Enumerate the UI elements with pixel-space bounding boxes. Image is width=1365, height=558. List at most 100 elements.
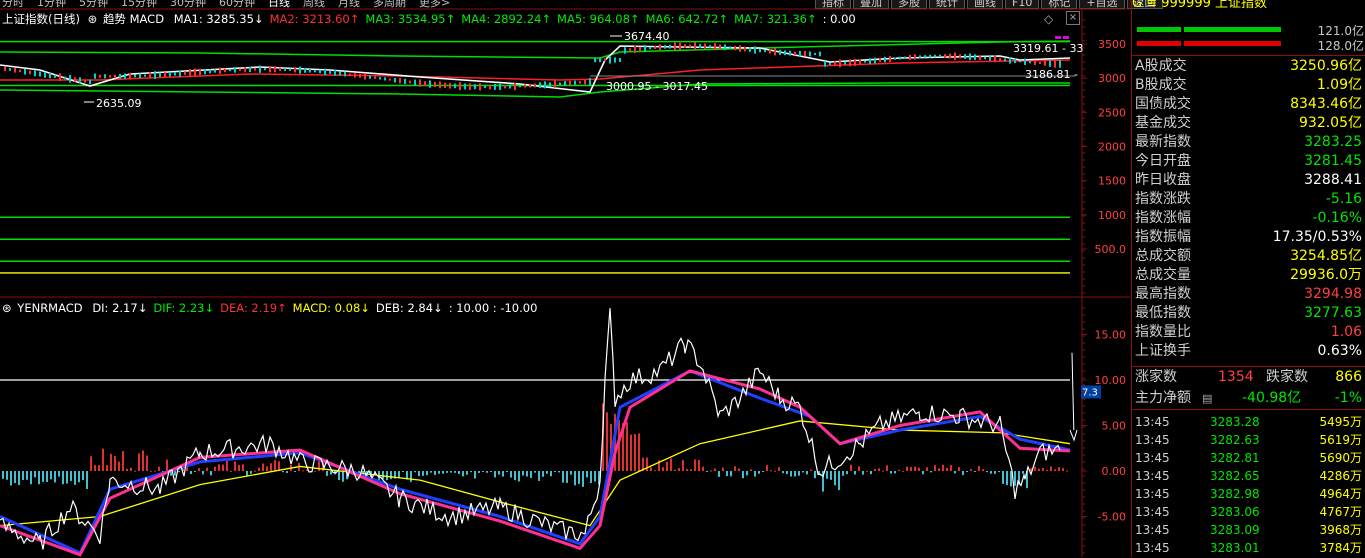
candle	[869, 58, 871, 64]
stat-value: 3294.98	[1304, 286, 1362, 302]
chart-svg[interactable]: 3674.40 2635.09 3000.95 - 3017.45 3319.61 -…	[0, 0, 1130, 557]
macd-bar	[314, 470, 316, 472]
macd-bar	[966, 471, 968, 472]
macd-bar	[414, 471, 416, 473]
tick-vol: 4286万	[1319, 469, 1362, 483]
stat-label: 国债成交	[1135, 96, 1191, 112]
macd-bar	[1058, 467, 1060, 471]
axis-label: 5.00	[1102, 420, 1127, 433]
macd-bar	[686, 469, 688, 471]
candle	[844, 61, 846, 65]
candle	[519, 85, 521, 88]
macd-bar	[794, 471, 796, 477]
stat-label: 最高指数	[1135, 286, 1191, 302]
candle	[524, 84, 526, 88]
candle	[334, 70, 336, 76]
macd-bar	[906, 466, 908, 471]
macd-bar	[266, 466, 268, 471]
candle	[1024, 58, 1026, 65]
macd-bar	[590, 471, 592, 483]
candle	[594, 57, 596, 63]
candle	[339, 71, 341, 76]
macd-bar	[206, 467, 208, 471]
arrow-head	[1069, 429, 1078, 442]
macd-bar	[682, 460, 684, 471]
candle	[164, 72, 166, 77]
macd-bar	[870, 471, 872, 475]
candle	[924, 55, 926, 58]
macd-bar	[90, 456, 92, 471]
candle	[129, 72, 131, 80]
macd-bar	[674, 469, 676, 471]
candle	[764, 49, 766, 53]
quote-panel: G ≡ 999999 上证指数 121.0亿 128.0亿 A股成交 3250.9…	[1131, 0, 1365, 557]
macd-bar	[294, 471, 296, 472]
stat-row: 指数涨跌 -5.16	[1132, 190, 1364, 209]
macd-bar	[70, 471, 72, 481]
chart-area[interactable]: 分时 1分钟 5分钟 15分钟 30分钟 60分钟 日线 周线 月线 多周期 更多> 指标 叠加 多股统…	[0, 0, 1163, 557]
tick-time: 13:45	[1135, 541, 1170, 555]
macd-bar	[858, 466, 860, 471]
candle	[489, 84, 491, 90]
macd-bar	[742, 471, 744, 479]
macd-bar	[286, 471, 288, 474]
candle	[44, 71, 46, 78]
range-annotation: 3000.95 - 3017.45	[606, 80, 708, 93]
macd-bar	[1042, 467, 1044, 471]
macd-bar	[110, 453, 112, 471]
stock-code-header[interactable]: G ≡ 999999 上证指数	[1132, 0, 1365, 14]
axis-label: 2000	[1098, 141, 1126, 154]
list-icon[interactable]: ▤	[1202, 389, 1212, 408]
macd-bar	[250, 471, 252, 474]
candle	[624, 47, 626, 54]
macd-bar	[254, 470, 256, 472]
candle	[714, 43, 716, 51]
macd-bar	[438, 471, 440, 474]
macd-bar	[498, 471, 500, 475]
macd-bar	[930, 471, 932, 473]
candle	[1004, 58, 1006, 62]
netflow-label: 主力净额	[1135, 390, 1191, 406]
candle	[139, 73, 141, 79]
macd-bar	[702, 466, 704, 471]
candle	[319, 69, 321, 74]
macd-bar	[558, 471, 560, 473]
macd-bar	[10, 471, 12, 486]
candle	[889, 56, 891, 63]
candle	[969, 53, 971, 61]
candle	[64, 76, 66, 80]
stat-value: 3281.45	[1304, 153, 1362, 169]
macd-bar	[386, 471, 388, 481]
macd-bar	[990, 471, 992, 474]
macd-bar	[402, 471, 404, 472]
stat-row: B股成交 1.09亿	[1132, 76, 1364, 95]
up-label: 涨家数	[1135, 369, 1177, 385]
tick-vol: 5690万	[1319, 451, 1362, 465]
tick-row: 13:45 3282.63 5619万	[1132, 430, 1364, 450]
macd-bar	[1022, 471, 1024, 474]
macd-bar	[506, 471, 508, 472]
macd-bar	[786, 471, 788, 475]
stat-value: 3254.85亿	[1290, 248, 1362, 264]
macd-bar	[510, 471, 512, 478]
macd-bar	[578, 471, 580, 484]
macd-bar	[654, 470, 656, 472]
axis-label: 0.00	[1102, 465, 1127, 478]
macd-bar	[666, 461, 668, 471]
candle	[39, 71, 41, 77]
sell-bar-2	[1184, 41, 1281, 46]
tick-row: 13:45 3283.09 3968万	[1132, 520, 1364, 540]
macd-bar	[242, 464, 244, 471]
candle	[699, 44, 701, 49]
macd-bar	[486, 471, 488, 473]
macd-bar	[158, 466, 160, 471]
macd-bar	[806, 471, 808, 475]
candle	[109, 75, 111, 78]
tick-time: 13:45	[1135, 469, 1170, 483]
macd-bar	[946, 467, 948, 471]
macd-bar	[154, 470, 156, 472]
candle	[1014, 58, 1016, 64]
macd-bar	[894, 471, 896, 474]
macd-bar	[546, 471, 548, 474]
candle	[269, 66, 271, 73]
